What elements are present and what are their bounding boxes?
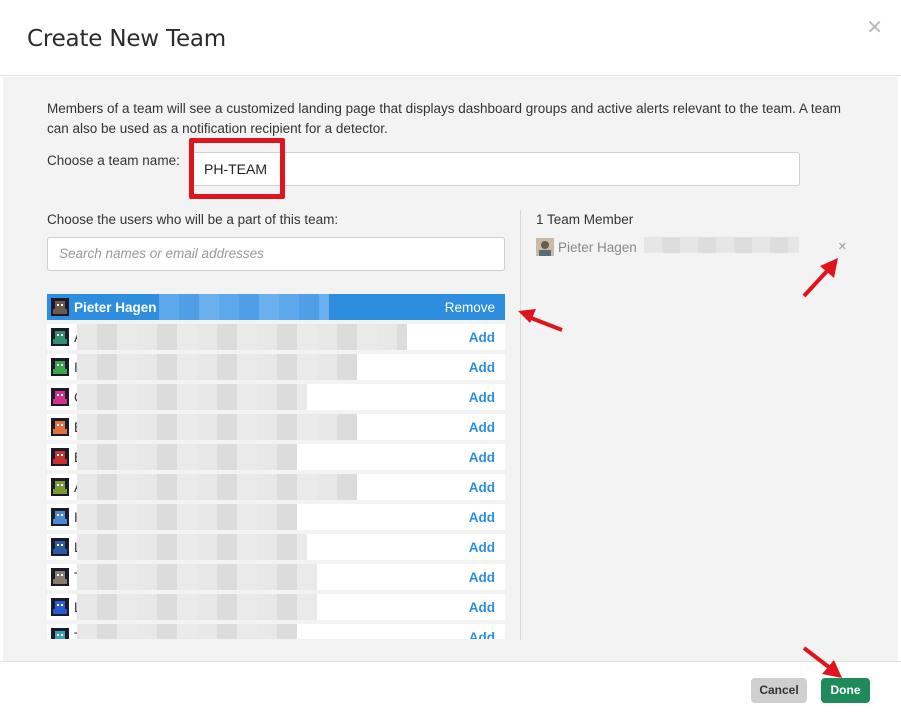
add-button[interactable]: Add	[469, 480, 495, 495]
user-list: Pieter Hagen Remove AAdd IAdd CAdd EAdd EAdd AA…	[47, 294, 505, 639]
column-divider	[520, 210, 521, 640]
avatar	[51, 418, 69, 436]
cancel-button[interactable]: Cancel	[751, 678, 807, 703]
modal-header: Create New Team ✕	[0, 0, 901, 76]
add-button[interactable]: Add	[469, 360, 495, 375]
list-item[interactable]: TAdd	[47, 564, 505, 590]
list-item[interactable]: Pieter Hagen Remove	[47, 294, 505, 320]
redacted-email	[77, 324, 407, 350]
close-icon[interactable]: ✕	[866, 18, 883, 38]
redacted-email	[644, 237, 799, 253]
list-item[interactable]: I Add	[47, 504, 505, 530]
redacted-email	[77, 624, 297, 639]
avatar	[536, 238, 554, 256]
search-input[interactable]: Search names or email addresses	[47, 237, 505, 271]
team-name-input[interactable]: PH-TEAM	[189, 152, 800, 186]
add-button[interactable]: Add	[469, 570, 495, 585]
modal-body: Members of a team will see a customized …	[3, 77, 898, 661]
redacted-email	[77, 534, 307, 560]
list-item[interactable]: EAdd	[47, 444, 505, 470]
remove-button[interactable]: Remove	[445, 300, 495, 315]
add-button[interactable]: Add	[469, 420, 495, 435]
avatar	[51, 358, 69, 376]
add-button[interactable]: Add	[469, 600, 495, 615]
avatar	[51, 628, 69, 639]
redacted-email	[77, 444, 297, 470]
avatar	[51, 388, 69, 406]
intro-text: Members of a team will see a customized …	[47, 101, 841, 136]
add-button[interactable]: Add	[469, 540, 495, 555]
create-team-modal: Create New Team ✕ Members of a team will…	[0, 0, 901, 717]
redacted-email	[77, 504, 297, 530]
redacted-email	[159, 294, 329, 320]
users-label: Choose the users who will be a part of t…	[47, 212, 339, 227]
redacted-email	[77, 564, 317, 590]
avatar	[51, 328, 69, 346]
list-item[interactable]: AAdd	[47, 324, 505, 350]
avatar	[51, 478, 69, 496]
modal-title: Create New Team	[27, 26, 227, 52]
add-button[interactable]: Add	[469, 390, 495, 405]
avatar	[51, 538, 69, 556]
add-button[interactable]: Add	[469, 630, 495, 639]
user-name: Pieter Hagen	[74, 300, 157, 315]
member-row: Pieter Hagen ×	[536, 236, 856, 258]
list-item[interactable]: EAdd	[47, 414, 505, 440]
list-item[interactable]: TAdd	[47, 624, 505, 639]
member-count: 1 Team Member	[536, 212, 634, 227]
avatar	[51, 298, 69, 316]
avatar	[51, 598, 69, 616]
done-button[interactable]: Done	[821, 678, 870, 703]
avatar	[51, 568, 69, 586]
remove-member-icon[interactable]: ×	[838, 238, 847, 255]
redacted-email	[77, 414, 357, 440]
add-button[interactable]: Add	[469, 450, 495, 465]
member-name: Pieter Hagen	[558, 240, 637, 255]
redacted-email	[77, 354, 357, 380]
add-button[interactable]: Add	[469, 330, 495, 345]
avatar	[51, 448, 69, 466]
redacted-email	[77, 474, 357, 500]
team-name-label: Choose a team name:	[47, 153, 180, 168]
avatar	[51, 508, 69, 526]
redacted-email	[77, 594, 317, 620]
list-item[interactable]: CAdd	[47, 384, 505, 410]
modal-footer: Cancel Done	[0, 661, 901, 717]
list-item[interactable]: I Add	[47, 354, 505, 380]
add-button[interactable]: Add	[469, 510, 495, 525]
list-item[interactable]: AAdd	[47, 474, 505, 500]
list-item[interactable]: LAdd	[47, 534, 505, 560]
list-item[interactable]: LAdd	[47, 594, 505, 620]
redacted-email	[77, 384, 307, 410]
